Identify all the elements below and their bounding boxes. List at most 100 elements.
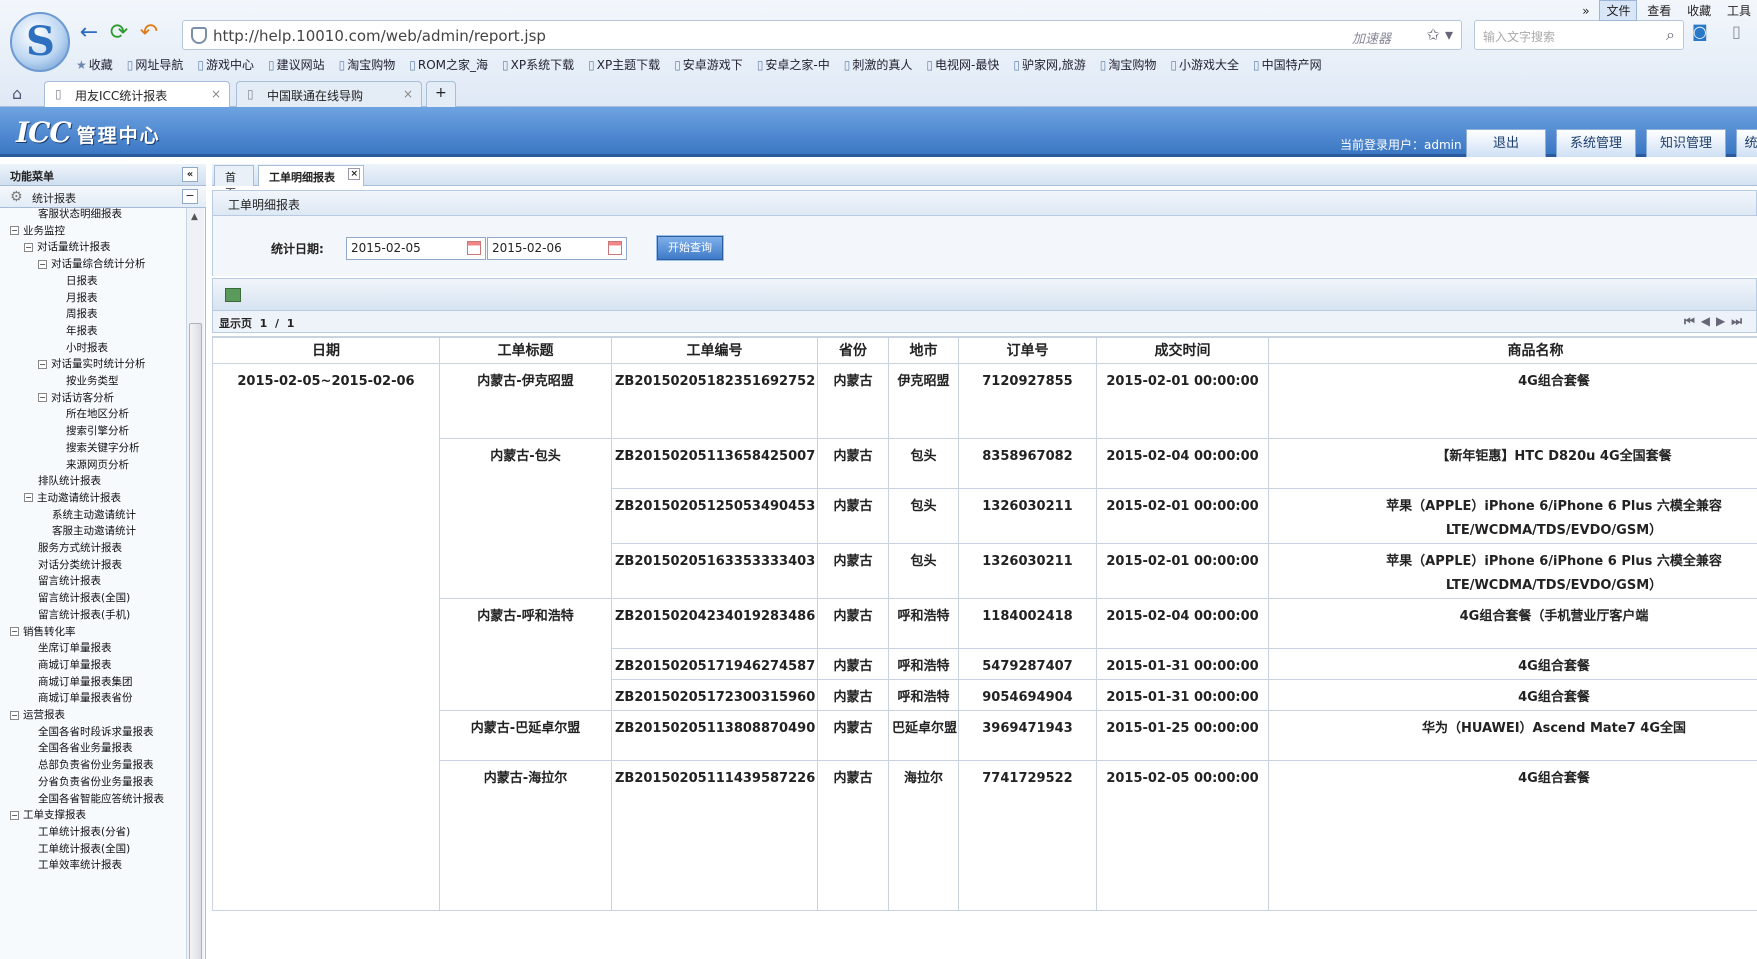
pager-nav-icons[interactable]: ⏮◀▶⏭ <box>1684 314 1748 329</box>
more-button[interactable]: 统 <box>1736 129 1757 157</box>
bookmark-icon: ★ <box>76 58 87 72</box>
bookmark-icon: ▯ <box>1170 58 1178 72</box>
menu-bar: » 文件 查看 收藏 工具 <box>1576 0 1757 21</box>
close-tab-icon[interactable]: × <box>348 168 360 180</box>
tree-toggle-icon[interactable]: − <box>10 810 19 820</box>
column-header[interactable]: 省份 <box>817 336 889 364</box>
address-url[interactable]: http://help.10010.com/web/admin/report.j… <box>213 27 546 45</box>
menu-favorites[interactable]: 收藏 <box>1681 1 1717 20</box>
close-tab-icon[interactable]: × <box>403 87 413 101</box>
current-user: 当前登录用户：admin <box>1340 138 1462 152</box>
browser-logo-icon[interactable]: S <box>10 12 70 72</box>
date-to-field[interactable]: 2015-02-06 <box>487 237 627 260</box>
new-tab-button[interactable]: + <box>426 81 456 107</box>
date-from-field[interactable]: 2015-02-05 <box>346 237 486 260</box>
export-excel-icon[interactable] <box>225 288 241 302</box>
menu-view[interactable]: 查看 <box>1641 1 1677 20</box>
logout-button[interactable]: 退出 <box>1466 129 1546 157</box>
column-header[interactable]: 成交时间 <box>1096 336 1269 364</box>
cell-id: ZB20150204234019283486 <box>611 597 818 649</box>
browser-tab-unicom[interactable]: ▯ 中国联通在线导购 × <box>236 81 422 107</box>
collapse-section-icon[interactable]: − <box>182 189 198 204</box>
bookmark-item[interactable]: ▯ 安卓之家-中 <box>757 56 830 73</box>
bookmark-item[interactable]: ▯ 游戏中心 <box>197 56 254 73</box>
collapse-left-icon[interactable]: « <box>182 167 198 182</box>
tree-item[interactable]: 工单效率统计报表 <box>38 856 122 875</box>
tree-toggle-icon[interactable]: − <box>10 627 19 636</box>
menu-tree: 客服状态明细报表 − 业务监控 − 对话量统计报表 − 对话量综合统计分析 日报表 月报表 周报表… <box>0 208 184 959</box>
bookmark-item[interactable]: ▯ XP主题下载 <box>588 56 660 73</box>
tab-work-order-report[interactable]: 工单明细报表 × <box>258 165 364 186</box>
tree-toggle-icon[interactable]: − <box>38 259 47 269</box>
tree-toggle-icon[interactable]: − <box>24 493 33 503</box>
calendar-icon[interactable] <box>608 241 622 255</box>
tree-item-label: 坐席订单量报表 <box>38 642 112 655</box>
cell-time: 2015-02-01 00:00:00 <box>1096 362 1269 439</box>
cell-city: 呼和浩特 <box>888 597 959 649</box>
column-header[interactable]: 地市 <box>888 336 959 364</box>
tree-item-label: 运营报表 <box>23 709 65 721</box>
overflow-icon[interactable]: » <box>1576 3 1595 19</box>
cell-id: ZB20150205125053490453 <box>611 487 818 544</box>
bookmark-item[interactable]: ★ 收藏 <box>76 56 113 73</box>
home-icon[interactable]: ⌂ <box>12 84 22 103</box>
bookmark-label: 安卓之家-中 <box>765 58 830 72</box>
bookmark-item[interactable]: ▯ 刺激的真人 <box>844 56 913 73</box>
undo-icon[interactable]: ↶ <box>136 20 162 46</box>
cell-city: 呼和浩特 <box>888 647 959 680</box>
report-table: 日期 工单标题 工单编号 省份 地市 订单号 成交时间 商品名称 2015-02-05~201… <box>212 336 1757 911</box>
cell-city: 巴延卓尔盟 <box>888 709 959 761</box>
bookmark-item[interactable]: ▯ 网址导航 <box>127 56 184 73</box>
clipboard-icon[interactable]: ▯ <box>1732 22 1741 41</box>
bookmark-item[interactable]: ▯ 驴家网,旅游 <box>1013 56 1085 73</box>
column-header[interactable]: 商品名称 <box>1268 336 1757 364</box>
bookmark-item[interactable]: ▯ 中国特产网 <box>1253 56 1322 73</box>
column-header[interactable]: 订单号 <box>958 336 1097 364</box>
calendar-icon[interactable] <box>467 241 481 255</box>
bookmark-item[interactable]: ▯ ROM之家_海 <box>409 56 488 73</box>
bookmark-item[interactable]: ▯ 建议网站 <box>268 56 325 73</box>
refresh-icon[interactable]: ⟳ <box>106 20 132 46</box>
address-bar[interactable]: http://help.10010.com/web/admin/report.j… <box>182 20 1462 50</box>
menu-file[interactable]: 文件 <box>1599 0 1638 21</box>
scroll-thumb[interactable] <box>189 323 202 959</box>
scroll-up-icon[interactable]: ▲ <box>191 212 198 222</box>
start-query-button[interactable]: 开始查询 <box>656 235 724 261</box>
search-box[interactable]: 输入文字搜索 ⌕ <box>1474 20 1684 50</box>
date-filter-label: 统计日期: <box>271 242 324 256</box>
tab-home[interactable]: 首页 <box>214 165 254 200</box>
page-icon: ▯ <box>55 87 62 101</box>
tree-toggle-icon[interactable]: − <box>38 393 47 403</box>
menu-tools[interactable]: 工具 <box>1721 1 1757 20</box>
browser-tab-label: 中国联通在线导购 <box>267 89 364 103</box>
tree-scrollbar[interactable]: ▲ <box>186 208 204 959</box>
search-input[interactable]: 输入文字搜索 <box>1483 28 1555 45</box>
favorite-star-icon[interactable]: ✩ ▾ <box>1426 25 1453 44</box>
section-header[interactable]: ⚙ 统计报表 − <box>0 186 206 208</box>
bookmark-item[interactable]: ▯ 淘宝购物 <box>339 56 396 73</box>
column-header[interactable]: 日期 <box>212 336 440 364</box>
tree-item-label: 对话分类统计报表 <box>38 558 122 571</box>
back-arrow-icon[interactable]: ← <box>76 20 102 46</box>
bookmark-item[interactable]: ▯ 安卓游戏下 <box>674 56 743 73</box>
system-manage-button[interactable]: 系统管理 <box>1556 129 1636 157</box>
tree-toggle-icon[interactable]: − <box>10 710 19 720</box>
tab-label: 工单明细报表 <box>269 171 335 184</box>
search-engine-icon[interactable]: ◙ <box>1692 22 1708 41</box>
tree-toggle-icon[interactable]: − <box>24 242 33 252</box>
knowledge-manage-button[interactable]: 知识管理 <box>1646 129 1726 157</box>
tree-toggle-icon[interactable]: − <box>10 226 19 236</box>
bookmark-item[interactable]: ▯ 小游戏大全 <box>1170 56 1239 73</box>
column-header[interactable]: 工单标题 <box>439 336 612 364</box>
accelerator-label[interactable]: 加速器 <box>1352 28 1391 47</box>
tree-toggle-icon[interactable]: − <box>38 359 47 369</box>
close-tab-icon[interactable]: × <box>211 87 221 101</box>
cell-time: 2015-01-31 00:00:00 <box>1096 678 1269 711</box>
browser-tab-icc[interactable]: ▯ 用友ICC统计报表 × <box>44 81 230 107</box>
search-icon[interactable]: ⌕ <box>1666 25 1675 45</box>
work-order-title-cell: 内蒙古-海拉尔 <box>439 759 612 911</box>
column-header[interactable]: 工单编号 <box>611 336 818 364</box>
bookmark-item[interactable]: ▯ 电视网-最快 <box>926 56 999 73</box>
bookmark-item[interactable]: ▯ 淘宝购物 <box>1100 56 1157 73</box>
bookmark-item[interactable]: ▯ XP系统下载 <box>502 56 574 73</box>
